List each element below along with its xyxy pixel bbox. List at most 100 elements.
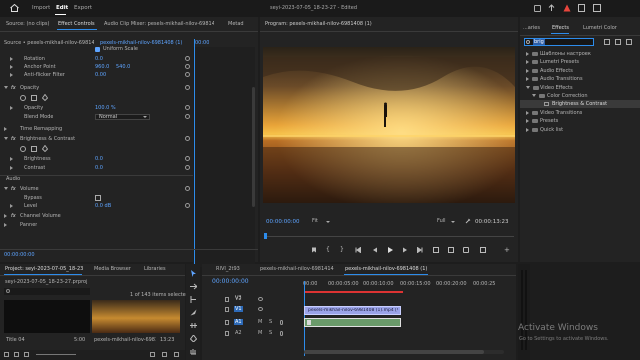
rectangle-mask-icon[interactable] [31, 146, 37, 152]
reset-icon[interactable] [185, 156, 190, 161]
timeline-tab-1[interactable]: RIVI_2t93 [216, 266, 240, 272]
list-view-icon[interactable] [14, 352, 19, 357]
scrollbar[interactable] [252, 87, 255, 207]
rectangle-mask-icon[interactable] [31, 95, 37, 101]
effects-item-audio-transitions[interactable]: Audio Transitions [520, 75, 640, 83]
eye-icon[interactable] [258, 307, 263, 311]
reset-icon[interactable] [185, 136, 190, 141]
comparison-view-icon[interactable] [480, 247, 486, 253]
expand-icon[interactable] [10, 56, 13, 61]
lock-icon[interactable] [225, 307, 229, 312]
effects-item-color-correction[interactable]: Color Correction [520, 92, 640, 100]
home-icon[interactable] [10, 3, 19, 12]
effects-item-presets-ru[interactable]: Шаблоны настроек [520, 50, 640, 58]
reset-icon[interactable] [185, 203, 190, 208]
play-icon[interactable] [387, 247, 393, 253]
camera-icon[interactable] [463, 247, 469, 253]
reset-icon[interactable] [185, 105, 190, 110]
go-to-out-icon[interactable] [417, 246, 423, 254]
menu-export[interactable]: Export [74, 5, 92, 11]
effects-item-audio-effects[interactable]: Audio Effects [520, 67, 640, 75]
expand-icon[interactable] [4, 213, 7, 218]
ripple-edit-tool-icon[interactable] [190, 296, 197, 303]
slip-tool-icon[interactable] [190, 322, 197, 329]
add-marker-icon[interactable] [311, 247, 317, 253]
program-video-frame[interactable] [263, 47, 515, 203]
effects-item-video-effects[interactable]: Video Effects [520, 84, 640, 92]
property-value[interactable]: 0.0 [95, 155, 103, 163]
playhead-marker[interactable] [264, 233, 267, 239]
fullscreen-icon[interactable] [593, 4, 601, 12]
timeline-timecode[interactable]: 00:00:00:00 [212, 278, 249, 285]
mute-button[interactable]: M [258, 330, 262, 336]
work-area-bar[interactable] [305, 291, 403, 293]
go-to-in-icon[interactable] [355, 246, 361, 254]
add-button-icon[interactable]: + [504, 247, 510, 254]
razor-tool-icon[interactable] [190, 309, 197, 316]
property-value-y[interactable]: 540.0 [116, 63, 130, 71]
property-value[interactable]: 0.0 [95, 55, 103, 63]
wrench-icon[interactable] [465, 218, 471, 224]
audio-clip[interactable] [304, 318, 401, 327]
new-bin-icon[interactable] [150, 352, 155, 357]
collapse-icon[interactable] [4, 86, 8, 89]
warning-icon[interactable] [563, 4, 571, 12]
timeline-ruler[interactable]: 00:00 00:00:05:00 00:00:10:00 00:00:15:0… [303, 281, 503, 293]
expand-icon[interactable] [10, 156, 13, 161]
workspaces-icon[interactable] [534, 5, 541, 12]
reset-icon[interactable] [185, 165, 190, 170]
property-value[interactable]: 0.00 [95, 71, 106, 79]
quick-export-icon[interactable] [548, 4, 555, 12]
hand-tool-icon[interactable] [190, 348, 197, 355]
tab-libraries[interactable]: ...aries [523, 25, 540, 31]
collapse-icon[interactable] [4, 187, 8, 190]
eye-icon[interactable] [258, 297, 263, 301]
lock-icon[interactable] [225, 297, 229, 302]
effect-brightness-contrast-header[interactable]: fx Brightness & Contrast [0, 135, 258, 143]
effect-panner-header[interactable]: Panner [0, 221, 258, 229]
expand-icon[interactable] [4, 222, 7, 227]
pencil-icon[interactable] [4, 352, 9, 357]
effects-search-field[interactable]: brig [524, 38, 594, 46]
property-value[interactable]: 100.0 % [95, 104, 116, 112]
tab-effect-controls[interactable]: Effect Controls [58, 21, 95, 27]
blend-mode-dropdown[interactable]: Normal [95, 114, 150, 120]
timeline-zoom-scrollbar[interactable] [304, 350, 504, 354]
menu-edit[interactable]: Edit [56, 5, 68, 11]
reset-icon[interactable] [185, 64, 190, 69]
reset-icon[interactable] [185, 114, 190, 119]
tab-media-browser[interactable]: Media Browser [94, 266, 131, 272]
lift-icon[interactable] [433, 247, 439, 253]
step-forward-icon[interactable] [402, 247, 408, 253]
project-item-clip[interactable]: pexels-mikhail-nilov-69814... 13:23 [92, 300, 180, 348]
lock-icon[interactable] [225, 331, 229, 336]
bypass-checkbox[interactable] [95, 195, 101, 201]
mark-out-icon[interactable]: } [340, 247, 346, 253]
mark-in-icon[interactable]: { [326, 247, 332, 253]
project-item-title04[interactable]: Title 04 5:00 [4, 300, 90, 348]
reset-icon[interactable] [185, 72, 190, 77]
lock-icon[interactable] [225, 320, 229, 325]
effects-item-quick-list[interactable]: Quick list [520, 126, 640, 134]
pen-tool-icon[interactable] [189, 334, 198, 343]
tab-project[interactable]: Project: seyi-2023-07-05_18-23-27 [5, 266, 83, 272]
property-value[interactable]: 0.0 dB [95, 202, 111, 210]
property-value[interactable]: 0.0 [95, 164, 103, 172]
property-value-x[interactable]: 960.0 [95, 63, 109, 71]
yuv-effects-icon[interactable] [626, 39, 632, 45]
effects-item-presets[interactable]: Presets [520, 117, 640, 125]
tab-effects[interactable]: Effects [552, 25, 569, 31]
new-project-icon[interactable] [578, 4, 585, 12]
property-row-time-remapping[interactable]: Time Remapping [0, 125, 258, 133]
icon-view-icon[interactable] [24, 352, 29, 357]
tab-lumetri-color[interactable]: Lumetri Color [583, 25, 617, 31]
track-label[interactable]: V1 [234, 306, 243, 312]
expand-icon[interactable] [10, 72, 13, 77]
fit-dropdown[interactable]: Fit [310, 218, 332, 225]
tab-libraries[interactable]: Libraries [144, 266, 166, 272]
program-timecode[interactable]: 00:00:00:00 [266, 219, 300, 225]
effect-volume-header[interactable]: fx Volume [0, 185, 258, 193]
reset-icon[interactable] [185, 56, 190, 61]
menu-import[interactable]: Import [32, 5, 50, 11]
expand-icon[interactable] [4, 126, 7, 131]
